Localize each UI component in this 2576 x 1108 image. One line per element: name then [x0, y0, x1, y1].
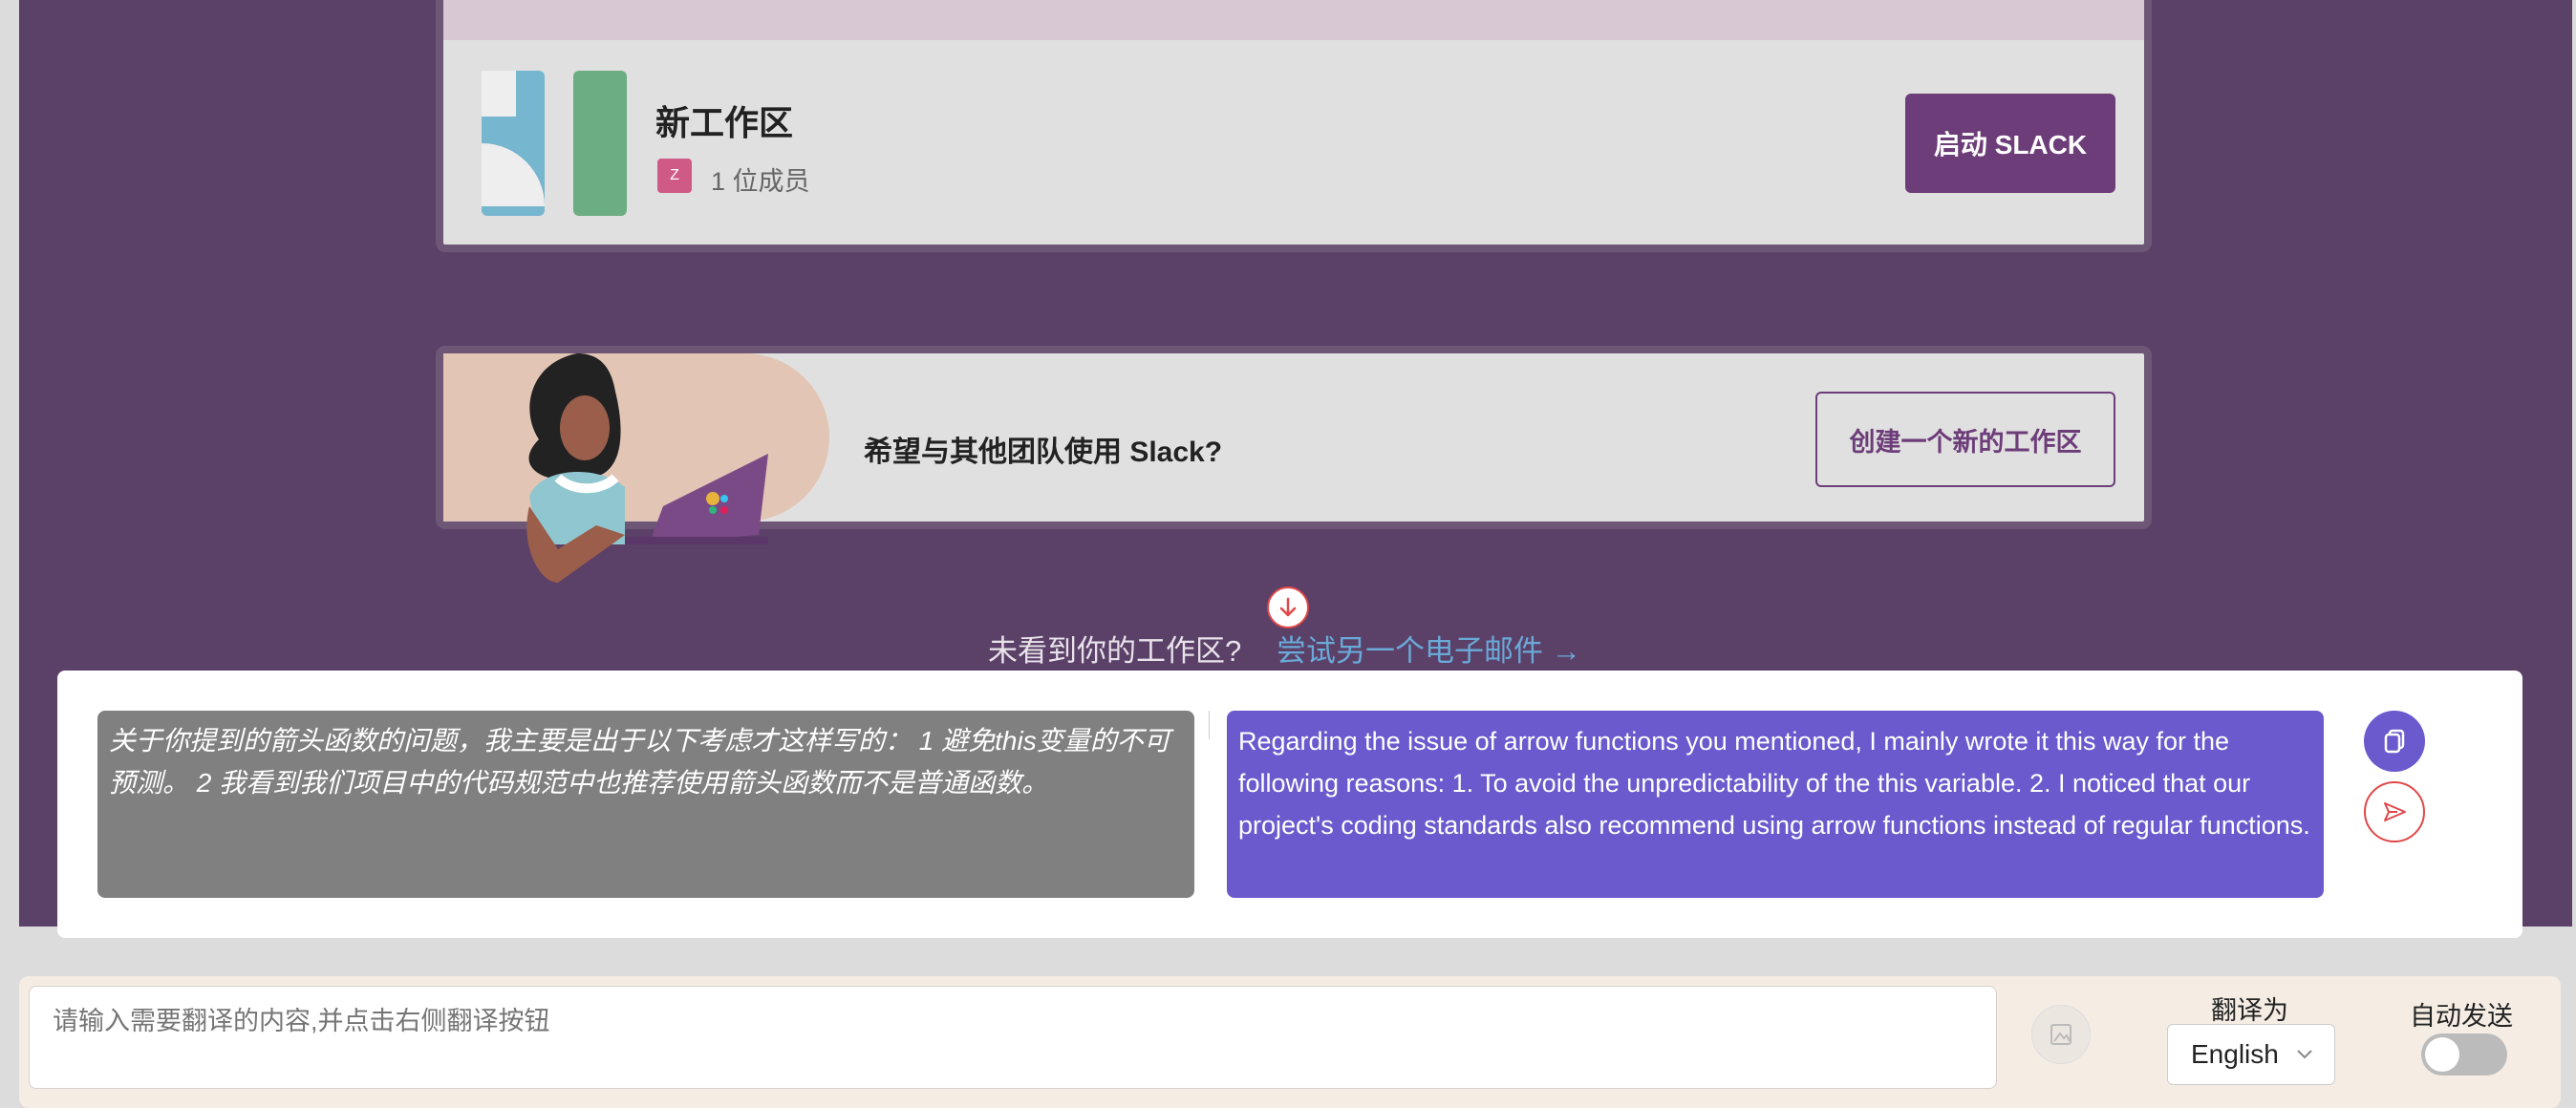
workspace-card: 新工作区 Z 1 位成员 启动 SLACK	[436, 0, 2152, 252]
try-another-email-link[interactable]: 尝试另一个电子邮件 →	[1277, 627, 1581, 670]
chevron-down-icon	[2297, 1050, 2312, 1059]
source-text-box: 关于你提到的箭头函数的问题，我主要是出于以下考虑才这样写的： 1 避免this变…	[97, 711, 1194, 898]
translate-to-label: 翻译为	[2211, 996, 2288, 1025]
translation-panel: 关于你提到的箭头函数的问题，我主要是出于以下考虑才这样写的： 1 避免this变…	[57, 671, 2522, 938]
promo-card: 希望与其他团队使用 Slack? 创建一个新的工作区	[436, 346, 2152, 583]
arrow-down-icon	[1279, 597, 1297, 617]
launch-slack-button[interactable]: 启动 SLACK	[1905, 94, 2115, 193]
member-avatar: Z	[657, 159, 692, 193]
previous-card-strip	[443, 0, 2144, 40]
target-language-value: English	[2191, 1039, 2279, 1069]
member-count: 1 位成员	[711, 167, 810, 196]
target-language-select[interactable]: English	[2167, 1024, 2335, 1085]
image-translate-button[interactable]	[2031, 1005, 2091, 1064]
workspace-not-found-text: 未看到你的工作区?	[988, 634, 1242, 668]
copy-button[interactable]	[2364, 711, 2425, 772]
translation-input[interactable]	[29, 986, 1997, 1089]
auto-send-label: 自动发送	[2410, 1002, 2513, 1031]
woman-with-laptop-illustration	[526, 353, 768, 583]
input-bar: 翻译为 English 自动发送	[19, 976, 2561, 1108]
send-button[interactable]	[2364, 781, 2425, 842]
auto-send-toggle[interactable]	[2421, 1033, 2507, 1076]
send-icon	[2384, 802, 2406, 821]
image-icon	[2050, 1024, 2072, 1045]
scroll-down-button[interactable]	[1267, 586, 1309, 629]
workspace-logo	[482, 71, 627, 216]
promo-text: 希望与其他团队使用 Slack?	[864, 437, 1223, 468]
workspace-name: 新工作区	[655, 103, 794, 142]
panel-divider	[1209, 711, 1210, 739]
copy-icon	[2384, 729, 2405, 754]
create-workspace-button[interactable]: 创建一个新的工作区	[1815, 392, 2115, 487]
toggle-knob	[2425, 1037, 2459, 1072]
translated-text-box: Regarding the issue of arrow functions y…	[1227, 711, 2324, 898]
